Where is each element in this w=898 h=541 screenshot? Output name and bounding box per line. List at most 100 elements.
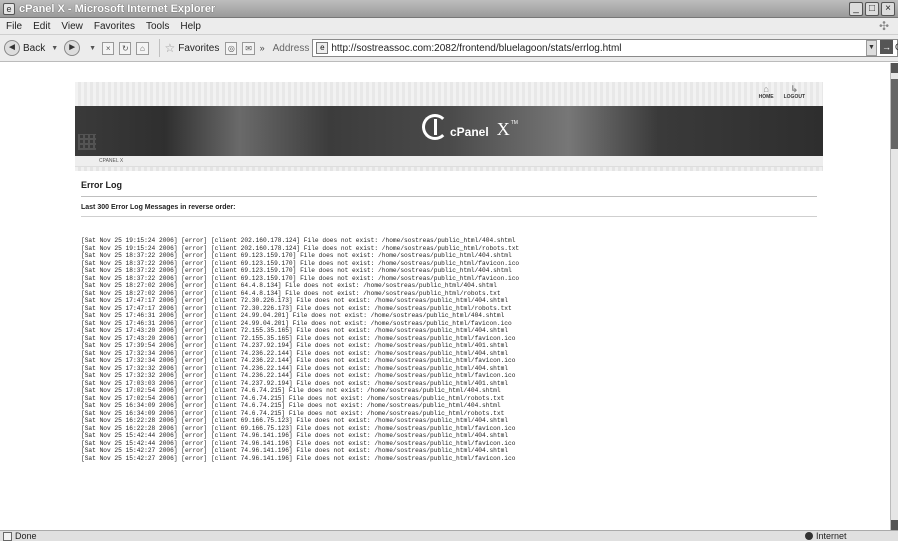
cpanel-logo-tm: TM — [510, 120, 518, 126]
log-entry: [Sat Nov 25 18:27:02 2006] [error] [clie… — [81, 282, 497, 289]
back-label: Back — [23, 42, 46, 54]
vertical-scrollbar[interactable] — [890, 63, 898, 530]
toolbar: ◄ Back ▼ ► ▼ × ↻ ⌂ ☆ Favorites ◎ ✉ » Add… — [0, 35, 898, 62]
scroll-down-icon[interactable] — [891, 520, 898, 530]
forward-dropdown-icon[interactable]: ▼ — [89, 45, 96, 52]
log-entry: [Sat Nov 25 15:42:44 2006] [error] [clie… — [81, 439, 516, 447]
stop-icon[interactable]: × — [102, 41, 115, 55]
log-entry: [Sat Nov 25 17:47:17 2006] [error] [clie… — [81, 297, 509, 304]
cpanel-top-links: ⌂ HOME ↳ LOGOUT — [759, 84, 805, 100]
toolbar-separator — [158, 39, 160, 57]
title-divider — [81, 196, 817, 197]
subtitle-divider — [81, 216, 817, 217]
cpanel-logo: cPanel X TM — [422, 114, 518, 140]
log-entry: [Sat Nov 25 17:02:54 2006] [error] [clie… — [81, 387, 501, 394]
logout-link-label: LOGOUT — [783, 94, 805, 100]
home-link-label: HOME — [758, 94, 774, 100]
star-icon: ☆ — [164, 41, 176, 55]
page-viewport[interactable]: ⌂ HOME ↳ LOGOUT cPanel X TM CPANEL X Err… — [0, 63, 890, 530]
minimize-button[interactable]: _ — [849, 2, 863, 16]
home-link[interactable]: ⌂ HOME — [759, 84, 774, 100]
breadcrumb-divider — [75, 167, 823, 171]
log-entry: [Sat Nov 25 16:34:09 2006] [error] [clie… — [81, 402, 501, 409]
cpanel-logo-mark-icon — [422, 114, 448, 140]
forward-button[interactable]: ► — [64, 40, 83, 56]
log-entry: [Sat Nov 25 18:37:22 2006] [error] [clie… — [81, 274, 520, 282]
log-entry: [Sat Nov 25 18:27:02 2006] [error] [clie… — [81, 289, 501, 297]
menu-file[interactable]: File — [6, 21, 22, 32]
log-entry: [Sat Nov 25 15:42:27 2006] [error] [clie… — [81, 447, 509, 454]
log-entry: [Sat Nov 25 16:34:09 2006] [error] [clie… — [81, 409, 505, 417]
title-bar: e cPanel X - Microsoft Internet Explorer… — [0, 0, 898, 18]
log-entry: [Sat Nov 25 15:42:44 2006] [error] [clie… — [81, 432, 509, 439]
log-entry: [Sat Nov 25 18:37:22 2006] [error] [clie… — [81, 252, 512, 259]
zone-label: Internet — [816, 531, 847, 541]
log-entry: [Sat Nov 25 17:43:20 2006] [error] [clie… — [81, 334, 516, 342]
security-zone: Internet — [805, 531, 847, 541]
log-entry: [Sat Nov 25 17:32:32 2006] [error] [clie… — [81, 364, 509, 372]
house-icon: ⌂ — [763, 84, 769, 94]
log-entry: [Sat Nov 25 17:47:17 2006] [error] [clie… — [81, 304, 512, 312]
cpanel-banner: cPanel X TM — [75, 106, 823, 156]
menu-tools[interactable]: Tools — [146, 21, 169, 32]
log-entry: [Sat Nov 25 17:02:54 2006] [error] [clie… — [81, 394, 505, 402]
ie-icon: e — [3, 2, 15, 15]
status-text: Done — [15, 531, 37, 541]
log-entry: [Sat Nov 25 16:22:28 2006] [error] [clie… — [81, 424, 516, 432]
menu-bar: File Edit View Favorites Tools Help ✣ — [0, 18, 898, 35]
favorites-label: Favorites — [178, 42, 220, 54]
back-arrow-icon: ◄ — [4, 40, 20, 56]
windows-logo-icon: ✣ — [879, 19, 890, 33]
log-entry: [Sat Nov 25 17:39:54 2006] [error] [clie… — [81, 342, 509, 349]
close-button[interactable]: × — [881, 2, 895, 16]
back-button[interactable]: ◄ Back — [4, 40, 45, 56]
window-controls: _ □ × — [849, 2, 895, 16]
log-entry: [Sat Nov 25 19:15:24 2006] [error] [clie… — [81, 237, 516, 244]
scroll-thumb[interactable] — [891, 79, 898, 149]
breadcrumb[interactable]: CPANEL X — [99, 158, 123, 164]
cpanel-logo-x: X — [496, 119, 510, 139]
cpanel-page: ⌂ HOME ↳ LOGOUT cPanel X TM CPANEL X Err… — [75, 82, 823, 530]
menu-help[interactable]: Help — [180, 21, 201, 32]
menu-favorites[interactable]: Favorites — [94, 21, 135, 32]
cpanel-top-strip: ⌂ HOME ↳ LOGOUT — [75, 82, 823, 106]
log-entry: [Sat Nov 25 17:32:34 2006] [error] [clie… — [81, 349, 509, 357]
log-entry: [Sat Nov 25 16:22:28 2006] [error] [clie… — [81, 417, 509, 424]
log-entry: [Sat Nov 25 15:42:27 2006] [error] [clie… — [81, 454, 516, 462]
favorites-button[interactable]: ☆ Favorites — [164, 41, 219, 55]
cpanel-logo-word: cPanel — [450, 125, 489, 139]
address-bar[interactable]: e http://sostreassoc.com:2082/frontend/b… — [312, 39, 898, 57]
log-entry: [Sat Nov 25 19:15:24 2006] [error] [clie… — [81, 244, 520, 252]
url-text[interactable]: http://sostreassoc.com:2082/frontend/blu… — [331, 43, 621, 54]
forward-arrow-icon: ► — [64, 40, 81, 56]
menu-edit[interactable]: Edit — [33, 21, 50, 32]
page-icon: e — [316, 42, 329, 54]
window-title: cPanel X - Microsoft Internet Explorer — [19, 2, 216, 15]
page-subtitle: Last 300 Error Log Messages in reverse o… — [81, 204, 236, 211]
go-arrow-icon: → — [880, 40, 893, 54]
address-dropdown-icon[interactable]: ▼ — [866, 40, 877, 56]
page-title: Error Log — [81, 180, 123, 190]
media-icon[interactable]: ◎ — [225, 41, 238, 55]
log-entry: [Sat Nov 25 17:03:03 2006] [error] [clie… — [81, 379, 509, 387]
go-button[interactable]: → Go — [880, 40, 898, 54]
home-icon[interactable]: ⌂ — [136, 41, 149, 55]
log-entry: [Sat Nov 25 17:43:20 2006] [error] [clie… — [81, 327, 509, 334]
globe-icon — [805, 532, 813, 540]
mail-icon[interactable]: ✉ — [242, 41, 255, 55]
page-done-icon — [3, 531, 12, 541]
log-entry: [Sat Nov 25 18:37:22 2006] [error] [clie… — [81, 259, 520, 267]
logout-link[interactable]: ↳ LOGOUT — [784, 84, 805, 100]
maximize-button[interactable]: □ — [865, 2, 879, 16]
log-entry: [Sat Nov 25 17:46:31 2006] [error] [clie… — [81, 312, 505, 319]
scroll-up-icon[interactable] — [891, 63, 898, 73]
back-dropdown-icon[interactable]: ▼ — [51, 45, 58, 52]
refresh-icon[interactable]: ↻ — [119, 41, 132, 55]
toolbar-overflow-icon[interactable]: » — [260, 43, 265, 53]
logout-icon: ↳ — [790, 84, 799, 94]
log-entry: [Sat Nov 25 17:32:32 2006] [error] [clie… — [81, 372, 516, 379]
menu-view[interactable]: View — [61, 21, 83, 32]
status-bar: Done Internet — [0, 530, 898, 541]
breadcrumb-bar: CPANEL X — [75, 156, 823, 167]
error-log-list: [Sat Nov 25 19:15:24 2006] [error] [clie… — [81, 237, 821, 462]
